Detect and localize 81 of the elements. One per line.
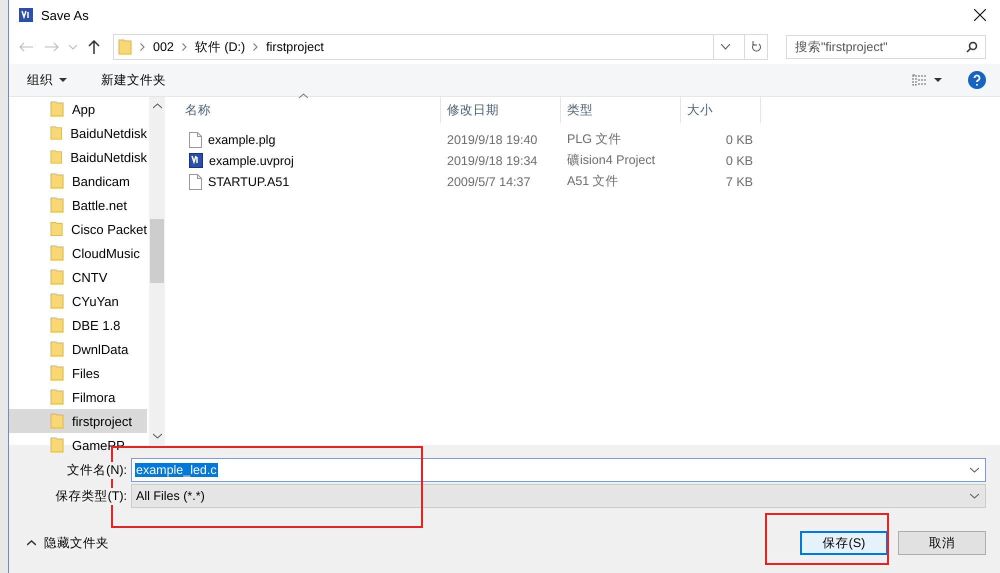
- scrollbar-track[interactable]: [149, 97, 165, 445]
- folder-icon: [50, 293, 64, 309]
- view-options-button[interactable]: [910, 72, 944, 88]
- table-cell-text: 7 KB: [724, 174, 754, 188]
- table-cell-text: 2019/9/18 19:34: [446, 154, 538, 168]
- chevron-down-icon: [970, 493, 979, 499]
- folder-icon: [50, 317, 64, 333]
- folder-icon: [50, 413, 64, 429]
- table-cell-text: A51 文件: [566, 173, 620, 190]
- new-folder-button[interactable]: 新建文件夹: [99, 70, 168, 90]
- sidebar-item[interactable]: Cisco Packet: [9, 217, 147, 241]
- table-cell-text: 2009/5/7 14:37: [446, 174, 532, 188]
- column-header[interactable]: 类型: [561, 97, 681, 123]
- sidebar-item[interactable]: DBE 1.8: [9, 313, 147, 337]
- folder-icon: [50, 269, 64, 285]
- breadcrumb[interactable]: 软件 (D:): [194, 38, 246, 56]
- table-cell-text: PLG 文件: [566, 131, 622, 148]
- address-bar[interactable]: 002 软件 (D:) firstproject: [113, 34, 768, 60]
- chevron-right-icon: [140, 43, 145, 51]
- folder-icon: [50, 437, 64, 453]
- app-logo-icon: [19, 8, 33, 22]
- folder-icon: [118, 39, 132, 55]
- sidebar-item[interactable]: BaiduNetdisk: [9, 145, 147, 169]
- folder-icon: [50, 245, 64, 261]
- project-file-icon: [189, 153, 203, 168]
- file-icon: [189, 174, 202, 190]
- table-cell-text: 0 KB: [724, 154, 754, 168]
- caret-icon: [59, 78, 67, 82]
- folder-icon: [50, 173, 64, 189]
- scroll-up-icon[interactable]: [152, 103, 162, 109]
- sidebar-item[interactable]: Bandicam: [9, 169, 147, 193]
- chevron-down-icon[interactable]: [970, 467, 979, 473]
- folder-icon: [50, 197, 64, 213]
- column-header[interactable]: 大小: [681, 97, 761, 123]
- cancel-button[interactable]: 取消: [898, 531, 986, 555]
- sidebar-item[interactable]: App: [9, 97, 147, 121]
- sidebar-item[interactable]: DwnlData: [9, 337, 147, 361]
- sidebar-item[interactable]: CYuYan: [9, 289, 147, 313]
- organize-button[interactable]: 组织: [25, 70, 69, 90]
- sidebar-item[interactable]: Files: [9, 361, 147, 385]
- sidebar-item[interactable]: Filmora: [9, 385, 147, 409]
- sidebar-item[interactable]: CNTV: [9, 265, 147, 289]
- chevron-right-icon: [253, 43, 258, 51]
- file-name[interactable]: example.plg: [208, 132, 276, 146]
- chevron-right-icon: [182, 43, 187, 51]
- window-title: Save As: [41, 8, 90, 22]
- search-field[interactable]: 搜索"firstproject": [786, 35, 986, 59]
- file-name[interactable]: STARTUP.A51: [208, 174, 290, 188]
- view-details-icon: [912, 74, 928, 86]
- breadcrumb[interactable]: firstproject: [266, 40, 324, 54]
- folder-icon: [50, 365, 64, 381]
- file-icon: [189, 132, 202, 148]
- help-icon[interactable]: [968, 71, 986, 89]
- sidebar-item[interactable]: GamePP: [9, 433, 147, 457]
- column-header[interactable]: 名称: [179, 97, 441, 123]
- file-name[interactable]: example.uvproj: [209, 154, 294, 168]
- save-button[interactable]: 保存(S): [800, 531, 888, 555]
- table-cell-text: 礦ision4 Project: [566, 152, 656, 169]
- caret-icon: [934, 78, 942, 82]
- hide-folders-button[interactable]: 隐藏文件夹: [21, 534, 115, 552]
- table-cell-text: 2019/9/18 19:40: [446, 132, 538, 146]
- folder-icon: [50, 341, 64, 357]
- folder-icon: [50, 221, 64, 237]
- table-cell-text: 0 KB: [724, 132, 754, 146]
- sidebar-item[interactable]: Battle.net: [9, 193, 147, 217]
- folder-icon: [50, 149, 62, 165]
- folder-icon: [50, 125, 62, 141]
- close-icon: [974, 9, 986, 21]
- scrollbar-thumb[interactable]: [150, 219, 164, 283]
- sidebar-item[interactable]: BaiduNetdisk: [9, 121, 147, 145]
- chevron-up-icon: [27, 540, 36, 546]
- folder-icon: [50, 389, 64, 405]
- file-type-dropdown[interactable]: All Files (*.*): [131, 484, 986, 508]
- sidebar-item[interactable]: firstproject: [9, 409, 147, 433]
- scroll-down-icon[interactable]: [152, 433, 162, 439]
- breadcrumb[interactable]: 002: [153, 40, 174, 54]
- search-icon: [966, 41, 978, 53]
- sidebar-item[interactable]: CloudMusic: [9, 241, 147, 265]
- column-header[interactable]: 修改日期: [441, 97, 561, 123]
- filename-field[interactable]: example_led.c: [131, 458, 986, 482]
- folder-icon: [50, 101, 64, 117]
